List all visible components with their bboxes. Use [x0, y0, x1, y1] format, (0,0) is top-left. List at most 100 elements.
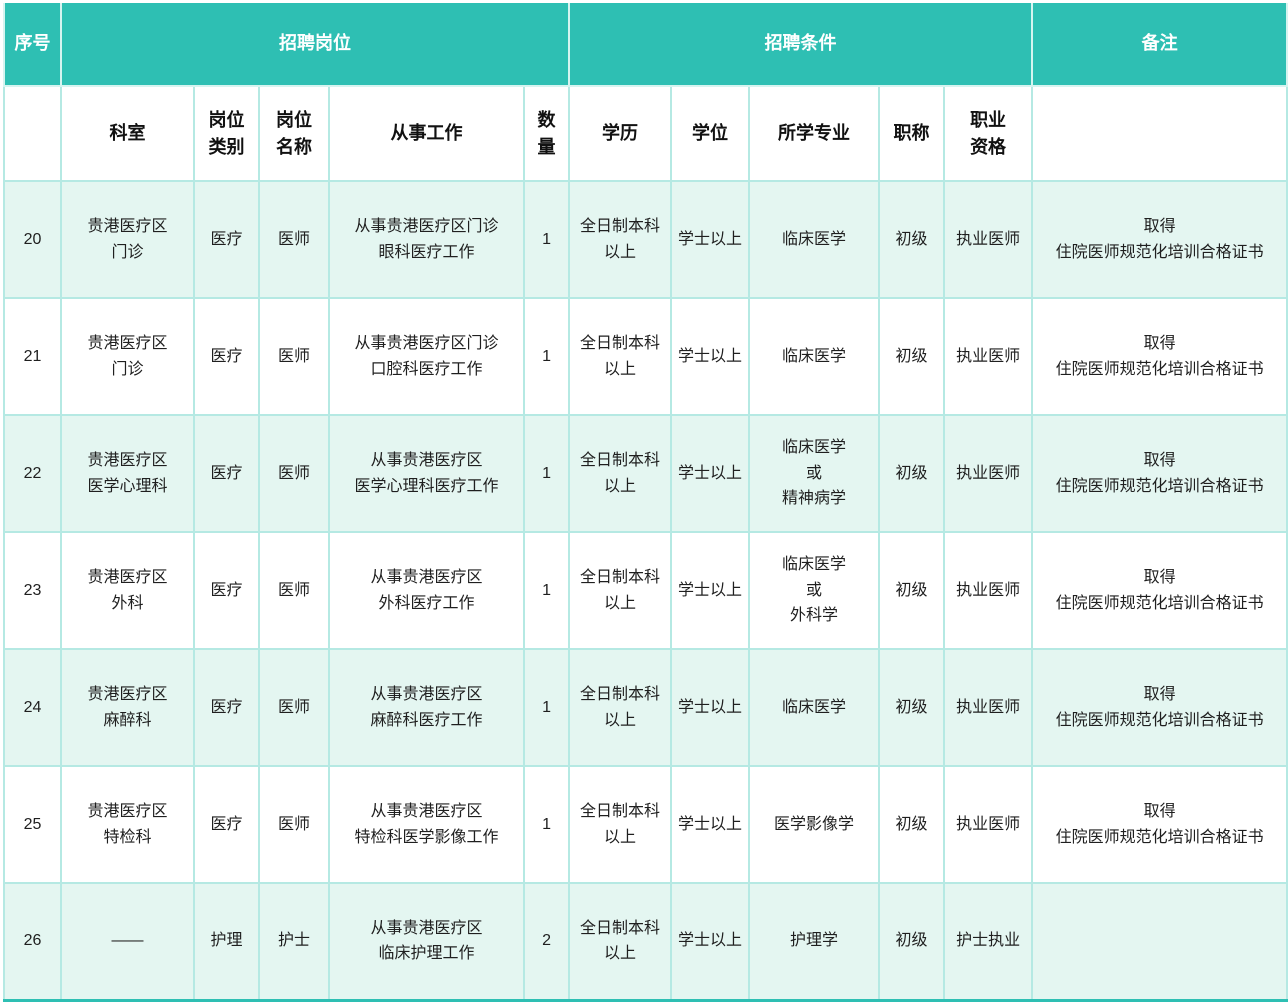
cell-remark: 取得 住院医师规范化培训合格证书 [1032, 415, 1287, 532]
cell-remark: 取得 住院医师规范化培训合格证书 [1032, 766, 1287, 883]
cell-category: 医疗 [194, 181, 259, 298]
table-row: 26 —— 护理 护士 从事贵港医疗区 临床护理工作 2 全日制本科 以上 学士… [4, 883, 1287, 1000]
cell-education: 全日制本科 以上 [569, 532, 671, 649]
cell-position-name: 医师 [259, 532, 329, 649]
cell-serial: 26 [4, 883, 61, 1000]
cell-education: 全日制本科 以上 [569, 415, 671, 532]
cell-remark: 取得 住院医师规范化培训合格证书 [1032, 649, 1287, 766]
cell-position-name: 医师 [259, 766, 329, 883]
cell-department: 贵港医疗区 外科 [61, 532, 194, 649]
cell-count: 1 [524, 532, 569, 649]
cell-category: 医疗 [194, 415, 259, 532]
cell-department: 贵港医疗区 门诊 [61, 298, 194, 415]
table-row: 21 贵港医疗区 门诊 医疗 医师 从事贵港医疗区门诊 口腔科医疗工作 1 全日… [4, 298, 1287, 415]
cell-education: 全日制本科 以上 [569, 649, 671, 766]
cell-qualification: 执业医师 [944, 766, 1032, 883]
cell-remark: 取得 住院医师规范化培训合格证书 [1032, 532, 1287, 649]
cell-duties: 从事贵港医疗区 临床护理工作 [329, 883, 524, 1000]
cell-serial: 22 [4, 415, 61, 532]
subheader-rank: 职称 [879, 86, 944, 181]
table-row: 22 贵港医疗区 医学心理科 医疗 医师 从事贵港医疗区 医学心理科医疗工作 1… [4, 415, 1287, 532]
page: 序号 招聘岗位 招聘条件 备注 科室 岗位 类别 岗位 名称 从事工作 数量 学… [0, 0, 1288, 1004]
cell-duties: 从事贵港医疗区 医学心理科医疗工作 [329, 415, 524, 532]
header-conditions-group: 招聘条件 [569, 3, 1032, 86]
table-header: 序号 招聘岗位 招聘条件 备注 科室 岗位 类别 岗位 名称 从事工作 数量 学… [4, 3, 1287, 181]
subheader-major: 所学专业 [749, 86, 879, 181]
cell-rank: 初级 [879, 181, 944, 298]
subheader-category: 岗位 类别 [194, 86, 259, 181]
cell-position-name: 医师 [259, 649, 329, 766]
cell-category: 医疗 [194, 532, 259, 649]
cell-education: 全日制本科 以上 [569, 883, 671, 1000]
cell-serial: 23 [4, 532, 61, 649]
header-sub-row: 科室 岗位 类别 岗位 名称 从事工作 数量 学历 学位 所学专业 职称 职业 … [4, 86, 1287, 181]
cell-qualification: 执业医师 [944, 298, 1032, 415]
cell-qualification: 护士执业 [944, 883, 1032, 1000]
cell-major: 医学影像学 [749, 766, 879, 883]
table-row: 25 贵港医疗区 特检科 医疗 医师 从事贵港医疗区 特检科医学影像工作 1 全… [4, 766, 1287, 883]
cell-degree: 学士以上 [671, 649, 749, 766]
cell-degree: 学士以上 [671, 532, 749, 649]
cell-remark [1032, 883, 1287, 1000]
table-row: 20 贵港医疗区 门诊 医疗 医师 从事贵港医疗区门诊 眼科医疗工作 1 全日制… [4, 181, 1287, 298]
subheader-name: 岗位 名称 [259, 86, 329, 181]
subheader-duties: 从事工作 [329, 86, 524, 181]
table-row: 24 贵港医疗区 麻醉科 医疗 医师 从事贵港医疗区 麻醉科医疗工作 1 全日制… [4, 649, 1287, 766]
header-group-row: 序号 招聘岗位 招聘条件 备注 [4, 3, 1287, 86]
cell-rank: 初级 [879, 649, 944, 766]
cell-department: —— [61, 883, 194, 1000]
table-row: 23 贵港医疗区 外科 医疗 医师 从事贵港医疗区 外科医疗工作 1 全日制本科… [4, 532, 1287, 649]
cell-count: 1 [524, 766, 569, 883]
cell-position-name: 医师 [259, 415, 329, 532]
header-serial: 序号 [4, 3, 61, 86]
cell-degree: 学士以上 [671, 181, 749, 298]
cell-count: 1 [524, 649, 569, 766]
cell-major: 临床医学 或 精神病学 [749, 415, 879, 532]
cell-department: 贵港医疗区 医学心理科 [61, 415, 194, 532]
table-body: 20 贵港医疗区 门诊 医疗 医师 从事贵港医疗区门诊 眼科医疗工作 1 全日制… [4, 181, 1287, 1000]
cell-category: 医疗 [194, 298, 259, 415]
cell-duties: 从事贵港医疗区门诊 眼科医疗工作 [329, 181, 524, 298]
cell-major: 护理学 [749, 883, 879, 1000]
cell-rank: 初级 [879, 766, 944, 883]
cell-department: 贵港医疗区 特检科 [61, 766, 194, 883]
subheader-count: 数量 [524, 86, 569, 181]
cell-serial: 24 [4, 649, 61, 766]
cell-major: 临床医学 [749, 181, 879, 298]
cell-rank: 初级 [879, 298, 944, 415]
recruitment-table: 序号 招聘岗位 招聘条件 备注 科室 岗位 类别 岗位 名称 从事工作 数量 学… [3, 3, 1288, 1002]
cell-category: 护理 [194, 883, 259, 1000]
header-remark: 备注 [1032, 3, 1287, 86]
subheader-empty-remark [1032, 86, 1287, 181]
subheader-education: 学历 [569, 86, 671, 181]
cell-position-name: 医师 [259, 181, 329, 298]
cell-degree: 学士以上 [671, 415, 749, 532]
cell-qualification: 执业医师 [944, 181, 1032, 298]
cell-count: 1 [524, 298, 569, 415]
cell-major: 临床医学 [749, 298, 879, 415]
cell-category: 医疗 [194, 766, 259, 883]
cell-duties: 从事贵港医疗区门诊 口腔科医疗工作 [329, 298, 524, 415]
cell-education: 全日制本科 以上 [569, 181, 671, 298]
cell-education: 全日制本科 以上 [569, 766, 671, 883]
cell-rank: 初级 [879, 883, 944, 1000]
cell-department: 贵港医疗区 门诊 [61, 181, 194, 298]
cell-duties: 从事贵港医疗区 特检科医学影像工作 [329, 766, 524, 883]
cell-serial: 21 [4, 298, 61, 415]
cell-rank: 初级 [879, 415, 944, 532]
cell-count: 1 [524, 181, 569, 298]
cell-qualification: 执业医师 [944, 532, 1032, 649]
cell-category: 医疗 [194, 649, 259, 766]
cell-duties: 从事贵港医疗区 麻醉科医疗工作 [329, 649, 524, 766]
cell-position-name: 医师 [259, 298, 329, 415]
cell-education: 全日制本科 以上 [569, 298, 671, 415]
subheader-qualification: 职业 资格 [944, 86, 1032, 181]
cell-major: 临床医学 或 外科学 [749, 532, 879, 649]
cell-qualification: 执业医师 [944, 415, 1032, 532]
cell-count: 1 [524, 415, 569, 532]
cell-position-name: 护士 [259, 883, 329, 1000]
subheader-degree: 学位 [671, 86, 749, 181]
cell-count: 2 [524, 883, 569, 1000]
cell-remark: 取得 住院医师规范化培训合格证书 [1032, 298, 1287, 415]
cell-degree: 学士以上 [671, 766, 749, 883]
